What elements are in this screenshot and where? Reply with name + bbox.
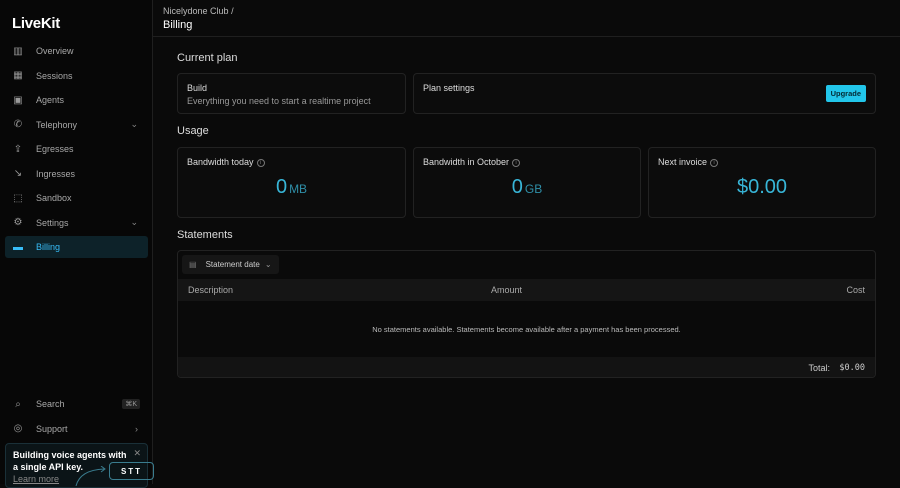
sidebar-item-telephony[interactable]: ✆ Telephony ⌄	[5, 114, 148, 136]
sidebar-item-overview[interactable]: ▥ Overview	[5, 40, 148, 62]
breadcrumb-separator: /	[231, 6, 234, 16]
search-icon: ⌕	[15, 398, 21, 410]
usage-card-label: Bandwidth in October	[423, 157, 510, 167]
stt-badge: STT	[109, 462, 154, 480]
upgrade-button[interactable]: Upgrade	[825, 85, 866, 102]
sidebar-item-label: Egresses	[36, 144, 74, 154]
upload-icon: ⇪	[13, 143, 23, 155]
breadcrumb-org[interactable]: Nicelydone Club	[163, 6, 229, 16]
close-icon[interactable]: ✕	[133, 448, 141, 459]
usage-value: $0.00	[649, 176, 875, 199]
sidebar-item-label: Agents	[36, 95, 65, 105]
chevron-down-icon[interactable]: ⌄	[130, 119, 138, 130]
plan-card: Build Everything you need to start a rea…	[177, 73, 406, 114]
support-label: Support	[36, 423, 68, 434]
total-value: $0.00	[839, 363, 865, 373]
total-label: Total:	[808, 363, 830, 373]
sidebar-item-label: Sandbox	[36, 193, 72, 203]
statements-heading: Statements	[177, 229, 233, 241]
empty-state-message: No statements available. Statements beco…	[372, 325, 681, 334]
value-number: 0	[275, 176, 288, 198]
sidebar-item-label: Overview	[36, 46, 74, 56]
plan-name: Build	[187, 83, 208, 93]
value-number: 0	[511, 176, 523, 198]
arrow-icon	[75, 466, 106, 486]
column-cost: Cost	[846, 285, 865, 295]
livekit-logo[interactable]: LiveKit	[12, 15, 60, 32]
column-description: Description	[188, 285, 234, 295]
table-header: Description Amount Cost	[178, 279, 875, 301]
sidebar-bottom: ⌕ Search ⌘K ◎ Support ›	[5, 393, 148, 442]
sidebar-item-ingresses[interactable]: ↘ Ingresses	[5, 163, 148, 185]
column-amount: Amount	[491, 285, 523, 295]
sidebar-item-sandbox[interactable]: ⬚ Sandbox	[5, 187, 148, 209]
shortcut-badge: ⌘K	[122, 399, 140, 409]
dashed-square-icon: ⬚	[13, 192, 23, 204]
sidebar-item-label: Settings	[36, 217, 69, 228]
breadcrumb[interactable]: Nicelydone Club /	[163, 6, 890, 16]
sidebar-item-label: Ingresses	[36, 168, 76, 179]
info-icon[interactable]: i	[512, 158, 521, 167]
ingress-icon: ↘	[13, 168, 23, 179]
usage-heading: Usage	[177, 125, 209, 137]
sidebar-item-label: Billing	[36, 242, 61, 252]
usage-card-label: Bandwidth today	[187, 157, 254, 167]
value-unit: MB	[289, 182, 308, 196]
value-number: $0.00	[736, 176, 788, 198]
plan-description: Everything you need to start a realtime …	[187, 96, 371, 106]
sidebar-item-billing[interactable]: ▬ Billing	[5, 236, 148, 258]
usage-card-title: Next invoice i	[658, 157, 719, 167]
bar-chart-icon: ▥	[13, 45, 23, 57]
search-label: Search	[36, 399, 65, 409]
grid-icon: ▦	[13, 70, 23, 81]
calendar-icon: ▤	[189, 260, 197, 269]
sidebar-item-egresses[interactable]: ⇪ Egresses	[5, 138, 148, 160]
sidebar-nav: ▥ Overview ▦ Sessions ▣ Agents ✆ Telephony ⌄ …	[5, 40, 148, 261]
filter-label: Statement date	[205, 260, 260, 269]
card-icon: ▬	[13, 241, 23, 253]
usage-card-bandwidth-today: Bandwidth today i 0 MB	[177, 147, 406, 218]
plan-settings-card: Plan settings Upgrade	[413, 73, 876, 114]
search-button[interactable]: ⌕ Search ⌘K	[5, 393, 148, 415]
support-button[interactable]: ◎ Support ›	[5, 418, 148, 440]
robot-icon: ▣	[13, 94, 23, 106]
usage-card-title: Bandwidth in October i	[423, 157, 521, 167]
current-plan-heading: Current plan	[177, 52, 238, 64]
usage-card-bandwidth-month: Bandwidth in October i 0 GB	[413, 147, 641, 218]
sidebar-item-sessions[interactable]: ▦ Sessions	[5, 65, 148, 87]
sidebar-item-label: Sessions	[36, 70, 73, 81]
plan-settings-title: Plan settings	[423, 83, 475, 93]
sidebar: LiveKit ▥ Overview ▦ Sessions ▣ Agents ✆ Tel…	[0, 0, 154, 488]
usage-value: 0 MB	[178, 176, 405, 199]
sidebar-item-label: Telephony	[36, 119, 78, 130]
chevron-right-icon: ›	[135, 423, 138, 434]
chevron-down-icon: ⌄	[264, 260, 272, 269]
usage-card-next-invoice: Next invoice i $0.00	[648, 147, 876, 218]
table-footer: Total: $0.00	[178, 357, 875, 377]
info-icon[interactable]: i	[710, 158, 719, 167]
info-icon[interactable]: i	[256, 158, 265, 167]
usage-card-title: Bandwidth today i	[187, 157, 265, 167]
value-unit: GB	[524, 182, 543, 196]
statements-table: ▤ Statement date ⌄ Description Amount Cost…	[177, 250, 876, 378]
usage-card-label: Next invoice	[658, 157, 708, 167]
usage-value: 0 GB	[414, 176, 640, 199]
page-title: Billing	[163, 19, 193, 31]
phone-icon: ✆	[13, 119, 23, 130]
lifebuoy-icon: ◎	[13, 423, 23, 434]
promo-banner: Building voice agents with a single API …	[5, 443, 154, 488]
sidebar-item-settings[interactable]: ⚙ Settings ⌄	[5, 212, 148, 234]
statement-date-filter[interactable]: ▤ Statement date ⌄	[182, 255, 279, 274]
page-header: Nicelydone Club / Billing	[153, 0, 900, 37]
sidebar-item-agents[interactable]: ▣ Agents	[5, 89, 148, 111]
gear-icon: ⚙	[13, 217, 23, 228]
chevron-down-icon[interactable]: ⌄	[130, 217, 138, 228]
